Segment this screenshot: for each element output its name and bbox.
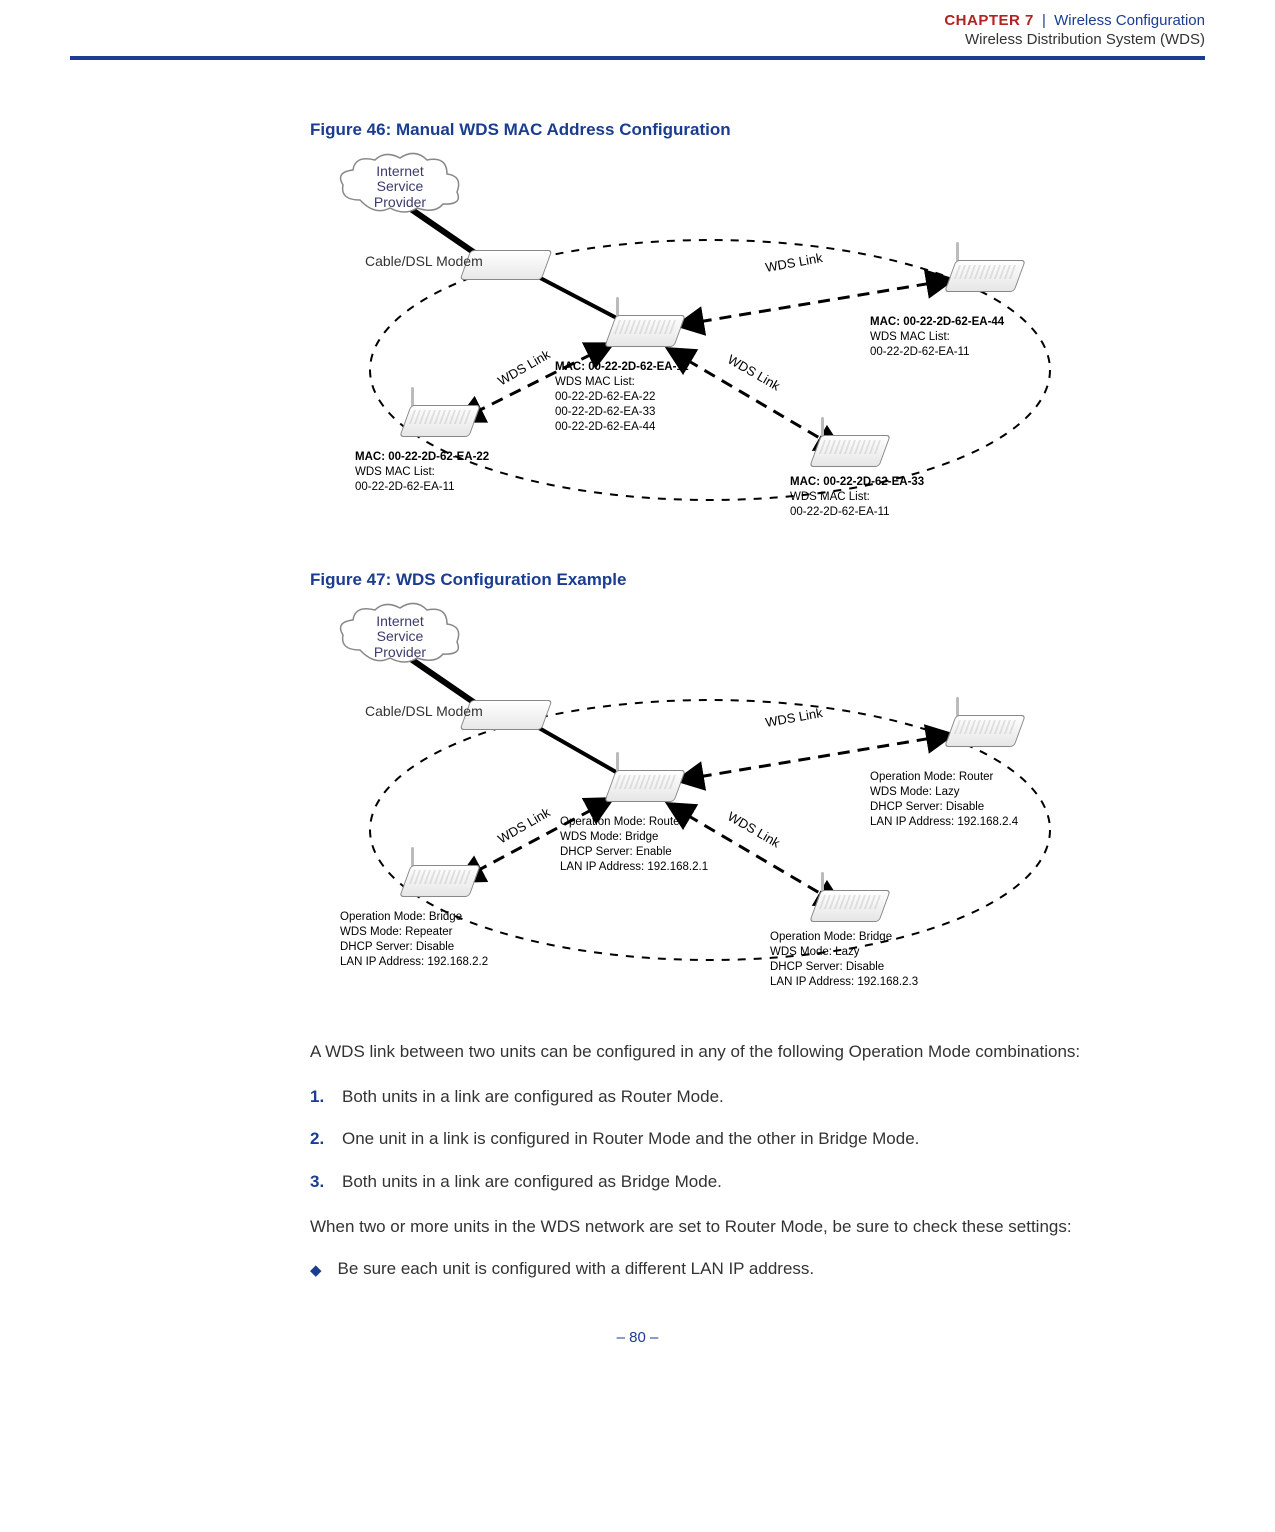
center-list-1: 00-22-2D-62-EA-33 [555, 405, 689, 420]
right-device-info-2: Operation Mode: Router WDS Mode: Lazy DH… [870, 770, 1018, 830]
r2-l0: Operation Mode: Router [870, 770, 1018, 785]
b2-l1: WDS Mode: Lazy [770, 945, 918, 960]
bullet-list: ◆ Be sure each unit is configured with a… [310, 1259, 1205, 1279]
list-item-3-text: Both units in a link are configured as B… [342, 1170, 722, 1195]
figure47-title: Figure 47: WDS Configuration Example [310, 570, 1205, 590]
l2-l1: WDS Mode: Repeater [340, 925, 488, 940]
list-item-3: 3. Both units in a link are configured a… [310, 1170, 1205, 1195]
figure46-diagram: Internet Service Provider Cable/DSL Mode… [310, 150, 1070, 530]
isp-label-2: Internet Service Provider [330, 614, 470, 660]
list-number: 3. [310, 1170, 342, 1195]
right-device-info: MAC: 00-22-2D-62-EA-44 WDS MAC List: 00-… [870, 315, 1004, 360]
modem-label-2: Cable/DSL Modem [365, 703, 483, 720]
list-number: 1. [310, 1085, 342, 1110]
bullet-item-1-text: Be sure each unit is configured with a d… [338, 1259, 815, 1279]
c2-l2: DHCP Server: Enable [560, 845, 708, 860]
router-center [610, 315, 678, 357]
list-item-1-text: Both units in a link are configured as R… [342, 1085, 724, 1110]
right-list-header: WDS MAC List: [870, 330, 1004, 345]
wds-link-label-4: WDS Link [495, 805, 553, 847]
router-bottom [815, 435, 883, 477]
center-list-2: 00-22-2D-62-EA-44 [555, 420, 689, 435]
note-paragraph: When two or more units in the WDS networ… [310, 1215, 1205, 1240]
isp-cloud: Internet Service Provider [330, 150, 470, 215]
list-item-1: 1. Both units in a link are configured a… [310, 1085, 1205, 1110]
wds-link-label-6: WDS Link [725, 809, 783, 851]
c2-l1: WDS Mode: Bridge [560, 830, 708, 845]
bottom-list-0: 00-22-2D-62-EA-11 [790, 505, 924, 520]
center-device-info: MAC: 00-22-2D-62-EA-11 WDS MAC List: 00-… [555, 360, 689, 435]
router-right-2 [950, 715, 1018, 757]
router-bottom-2 [815, 890, 883, 932]
list-item-2: 2. One unit in a link is configured in R… [310, 1127, 1205, 1152]
numbered-list: 1. Both units in a link are configured a… [310, 1085, 1205, 1195]
wds-link-label-1: WDS Link [495, 347, 553, 389]
header-separator: | [1038, 12, 1050, 29]
l2-l3: LAN IP Address: 192.168.2.2 [340, 955, 488, 970]
bottom-device-info-2: Operation Mode: Bridge WDS Mode: Lazy DH… [770, 930, 918, 990]
bottom-mac: MAC: 00-22-2D-62-EA-33 [790, 475, 924, 490]
r2-l1: WDS Mode: Lazy [870, 785, 1018, 800]
b2-l2: DHCP Server: Disable [770, 960, 918, 975]
isp-cloud-2: Internet Service Provider [330, 600, 470, 665]
list-number: 2. [310, 1127, 342, 1152]
wds-link-label-3: WDS Link [725, 352, 783, 394]
l2-l2: DHCP Server: Disable [340, 940, 488, 955]
bottom-list-header: WDS MAC List: [790, 490, 924, 505]
left-device-info: MAC: 00-22-2D-62-EA-22 WDS MAC List: 00-… [355, 450, 489, 495]
center-list-0: 00-22-2D-62-EA-22 [555, 390, 689, 405]
router-right [950, 260, 1018, 302]
l2-l0: Operation Mode: Bridge [340, 910, 488, 925]
router-left [405, 405, 473, 447]
page-number: – 80 – [70, 1329, 1205, 1346]
r2-l3: LAN IP Address: 192.168.2.4 [870, 815, 1018, 830]
center-device-info-2: Operation Mode: Router WDS Mode: Bridge … [560, 815, 708, 875]
chapter-topic: Wireless Configuration [1054, 12, 1205, 29]
figure47-diagram: Internet Service Provider Cable/DSL Mode… [310, 600, 1070, 1000]
left-list-header: WDS MAC List: [355, 465, 489, 480]
isp-label: Internet Service Provider [330, 164, 470, 210]
b2-l3: LAN IP Address: 192.168.2.3 [770, 975, 918, 990]
list-item-2-text: One unit in a link is configured in Rout… [342, 1127, 919, 1152]
bottom-device-info: MAC: 00-22-2D-62-EA-33 WDS MAC List: 00-… [790, 475, 924, 520]
router-center-2 [610, 770, 678, 812]
c2-l0: Operation Mode: Router [560, 815, 708, 830]
b2-l0: Operation Mode: Bridge [770, 930, 918, 945]
right-mac: MAC: 00-22-2D-62-EA-44 [870, 315, 1004, 330]
intro-paragraph: A WDS link between two units can be conf… [310, 1040, 1205, 1065]
figure46-title: Figure 46: Manual WDS MAC Address Config… [310, 120, 1205, 140]
chapter-label: CHAPTER 7 [944, 12, 1034, 29]
header-subline: Wireless Distribution System (WDS) [70, 31, 1205, 48]
center-mac: MAC: 00-22-2D-62-EA-11 [555, 360, 689, 375]
wds-link-label-2: WDS Link [764, 250, 824, 275]
wds-link-label-5: WDS Link [764, 705, 824, 730]
header-rule [70, 56, 1205, 60]
r2-l2: DHCP Server: Disable [870, 800, 1018, 815]
left-list-0: 00-22-2D-62-EA-11 [355, 480, 489, 495]
left-device-info-2: Operation Mode: Bridge WDS Mode: Repeate… [340, 910, 488, 970]
right-list-0: 00-22-2D-62-EA-11 [870, 345, 1004, 360]
left-mac: MAC: 00-22-2D-62-EA-22 [355, 450, 489, 465]
page-header: CHAPTER 7 | Wireless Configuration Wirel… [70, 0, 1205, 52]
router-left-2 [405, 865, 473, 907]
center-list-header: WDS MAC List: [555, 375, 689, 390]
bullet-item-1: ◆ Be sure each unit is configured with a… [310, 1259, 1205, 1279]
c2-l3: LAN IP Address: 192.168.2.1 [560, 860, 708, 875]
diamond-bullet-icon: ◆ [310, 1261, 322, 1279]
modem-label: Cable/DSL Modem [365, 253, 483, 270]
